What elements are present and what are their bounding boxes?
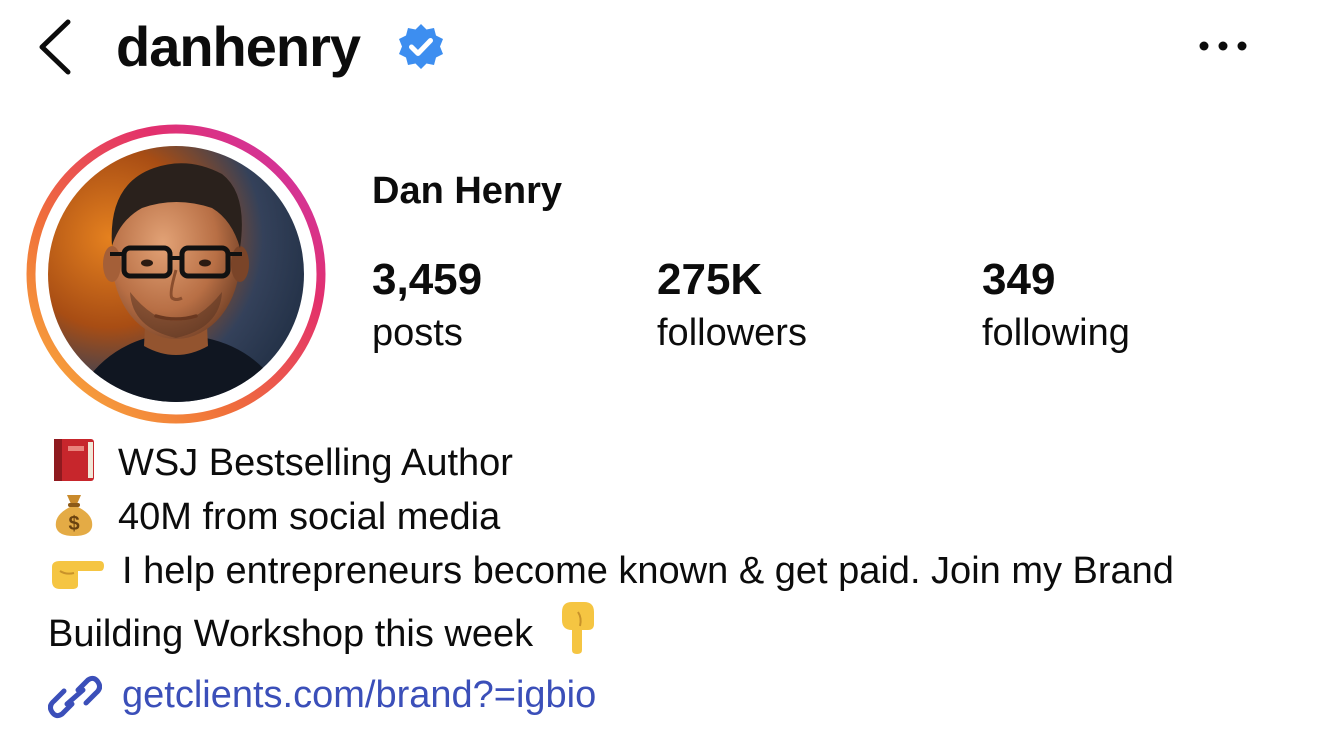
followers-stat[interactable]: 275K followers [657, 254, 807, 360]
book-emoji-icon [54, 439, 94, 481]
pointing-right-emoji-icon [52, 561, 104, 589]
avatar [26, 124, 326, 424]
posts-stat[interactable]: 3,459 posts [372, 254, 482, 360]
chevron-left-icon [39, 19, 71, 75]
posts-count: 3,459 [372, 255, 483, 304]
bio-text: 40M from social media [118, 496, 501, 538]
bio-text: I help entrepreneurs become known & get … [48, 550, 1174, 655]
display-name: Dan Henry [372, 170, 563, 212]
more-horizontal-icon [1199, 41, 1247, 51]
bio: WSJ Bestselling Author $ 40M from social… [48, 436, 1288, 661]
following-count: 349 [982, 255, 1056, 304]
verified-badge-icon [399, 24, 443, 69]
link-icon [48, 675, 102, 719]
bio-line: WSJ Bestselling Author [48, 436, 1288, 490]
bio-text: WSJ Bestselling Author [118, 442, 513, 484]
back-button[interactable] [30, 16, 80, 78]
money-bag-emoji-icon: $ [55, 495, 93, 536]
pointing-down-emoji-icon [561, 602, 594, 654]
username-title: danhenry [116, 15, 361, 78]
following-stat[interactable]: 349 following [982, 254, 1130, 360]
profile-avatar[interactable] [26, 124, 326, 424]
profile-header: danhenry [0, 0, 1320, 96]
bio-line: I help entrepreneurs become known & get … [48, 544, 1288, 661]
bio-line: $ 40M from social media [48, 490, 1288, 544]
followers-count: 275K [657, 255, 763, 304]
more-options-button[interactable] [1192, 28, 1254, 64]
followers-label: followers [657, 312, 807, 354]
posts-label: posts [372, 312, 463, 354]
svg-text:$: $ [68, 513, 79, 535]
following-label: following [982, 312, 1130, 354]
bio-link-text[interactable]: getclients.com/brand?=igbio [122, 668, 596, 722]
